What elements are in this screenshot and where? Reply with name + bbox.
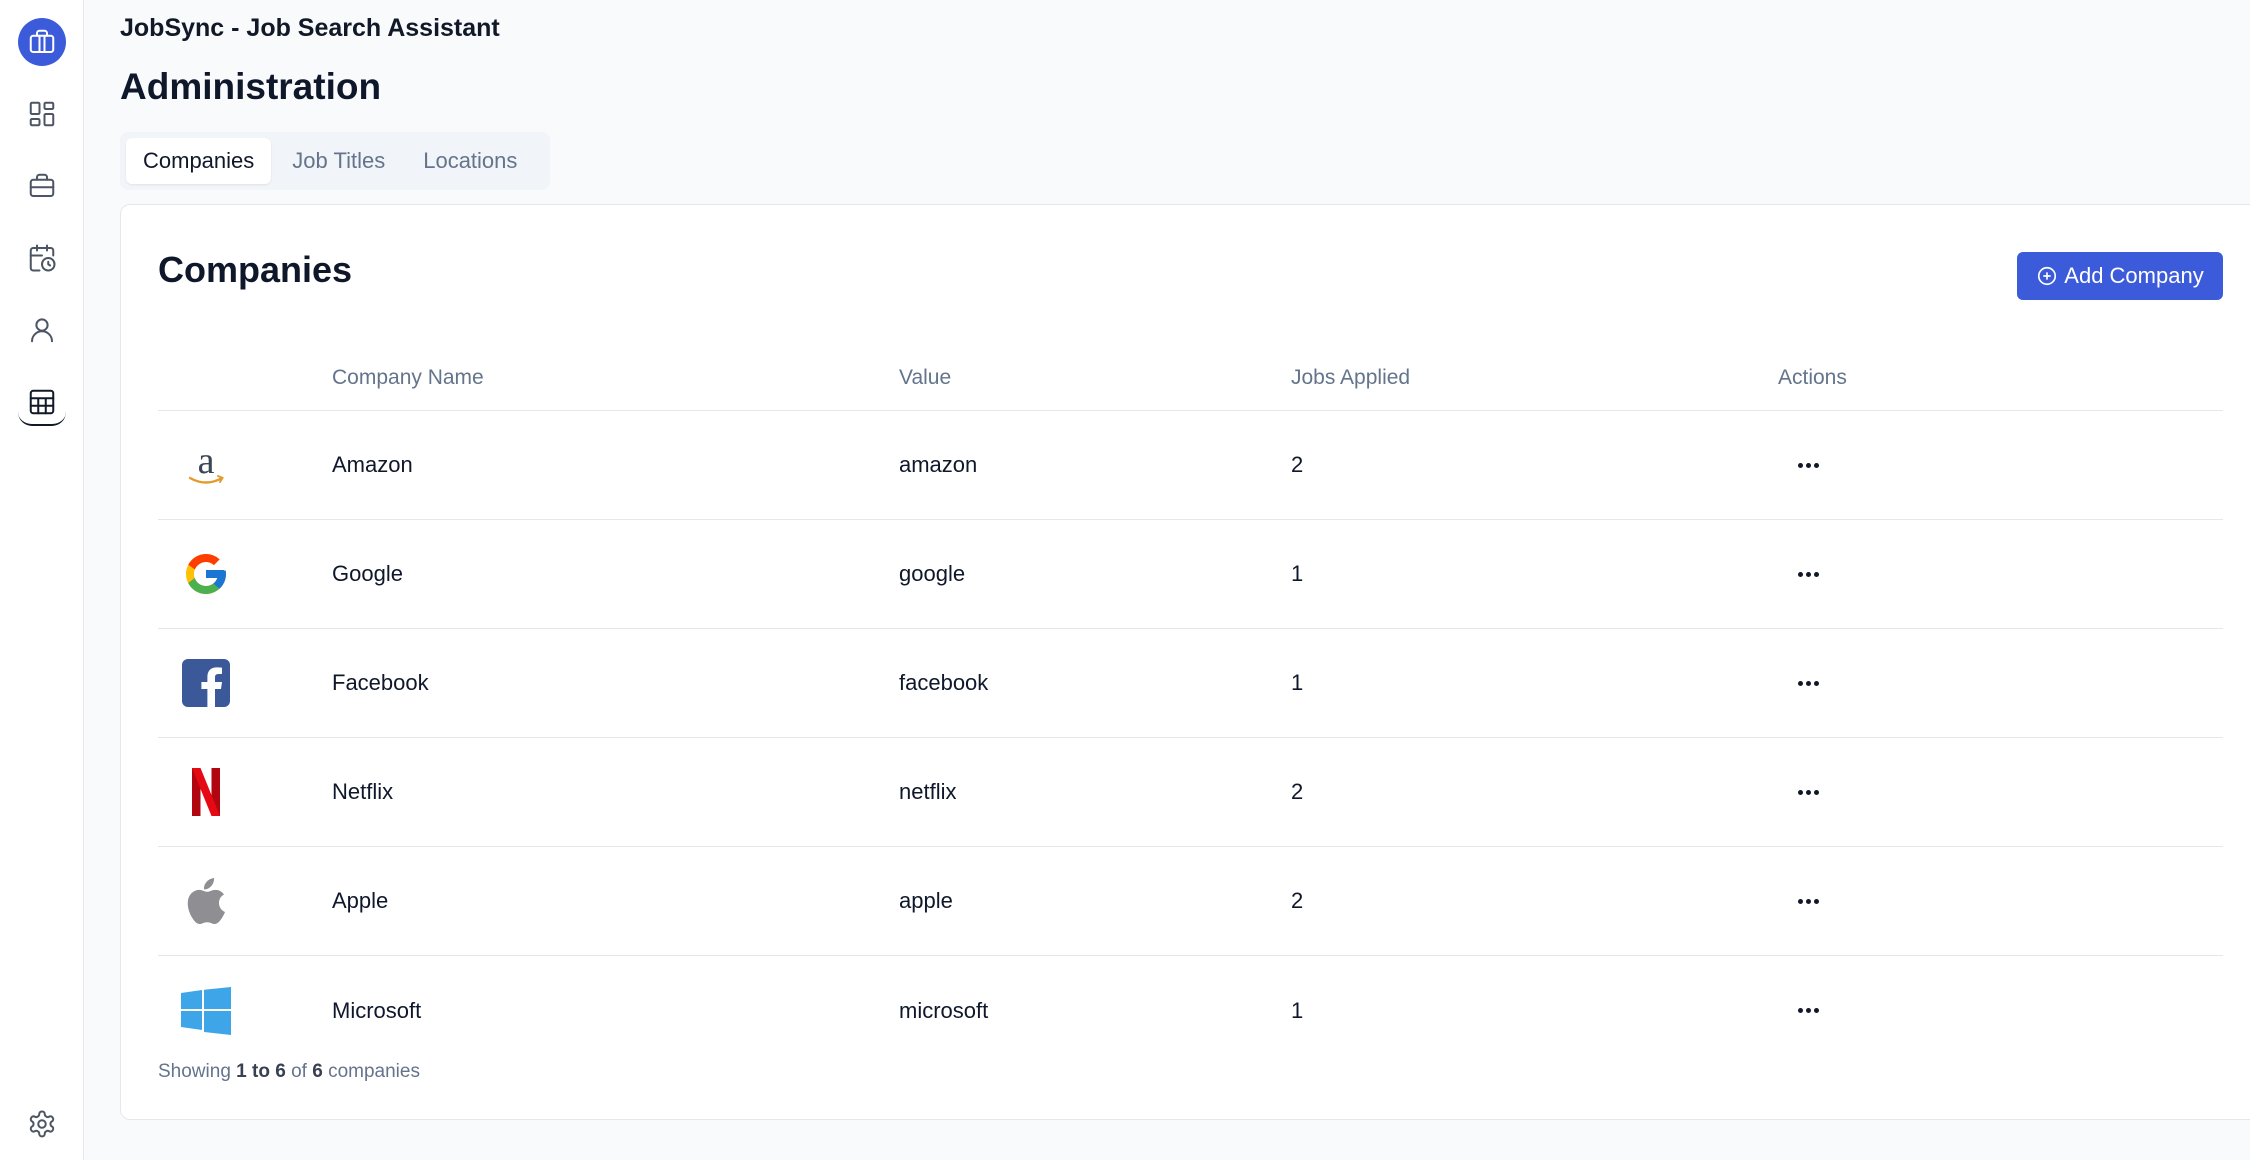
header-jobs-applied[interactable]: Jobs Applied: [1291, 366, 1778, 390]
tab-companies[interactable]: Companies: [126, 138, 272, 184]
jobs-applied-count: 2: [1291, 779, 1304, 804]
pagination-summary: Showing 1 to 6 of 6 companies: [158, 1061, 420, 1082]
company-name: Facebook: [332, 670, 429, 695]
row-actions-menu-button[interactable]: [1788, 445, 1828, 485]
company-value: microsoft: [899, 997, 989, 1023]
tab-job-titles[interactable]: Job Titles: [275, 138, 402, 184]
sidebar-item-jobs[interactable]: [18, 162, 66, 210]
facebook-logo-icon: [180, 657, 232, 709]
companies-table: Company Name Value Jobs Applied Actions …: [158, 345, 2223, 1065]
header-actions: Actions: [1778, 365, 1847, 389]
row-actions-menu-button[interactable]: [1788, 881, 1828, 921]
microsoft-logo-icon: [180, 985, 232, 1037]
company-value: netflix: [899, 779, 957, 804]
briefcase-icon: [29, 173, 55, 197]
company-name: Google: [332, 561, 403, 586]
jobs-applied-count: 1: [1291, 670, 1304, 695]
page-title: Administration: [120, 66, 382, 107]
row-actions-menu-button[interactable]: [1788, 772, 1828, 812]
sidebar-item-settings[interactable]: [18, 1100, 66, 1148]
table-header: Company Name Value Jobs Applied Actions: [158, 345, 2223, 411]
companies-card: Companies Add Company Company Name Value…: [120, 204, 2250, 1120]
row-actions-menu-button[interactable]: [1788, 991, 1828, 1031]
apple-logo-icon: [180, 875, 232, 927]
admin-tabs: Companies Job Titles Locations: [120, 132, 550, 190]
row-actions-menu-button[interactable]: [1788, 663, 1828, 703]
calendar-clock-icon: [29, 244, 56, 272]
sidebar-item-dashboard[interactable]: [18, 90, 66, 138]
svg-text:a: a: [198, 441, 215, 482]
user-icon: [31, 318, 53, 343]
table-row: Apple apple 2: [158, 847, 2223, 956]
company-value: facebook: [899, 670, 989, 695]
gear-icon: [29, 1110, 55, 1138]
table-row: a Amazon amazon 2: [158, 411, 2223, 520]
dashboard-icon: [29, 101, 55, 127]
google-logo-icon: [180, 548, 232, 600]
company-value: amazon: [899, 452, 978, 477]
table-row: Microsoft microsoft 1: [158, 956, 2223, 1065]
amazon-logo-icon: a: [180, 439, 232, 491]
header-company-name[interactable]: Company Name: [332, 366, 899, 390]
sidebar-item-activities[interactable]: [18, 234, 66, 282]
plus-circle-icon: [2038, 266, 2057, 286]
table-row: Google google 1: [158, 520, 2223, 629]
app-title: JobSync - Job Search Assistant: [120, 14, 500, 42]
company-name: Netflix: [332, 779, 394, 804]
briefcase-icon: [29, 29, 55, 53]
sidebar: [0, 0, 84, 1160]
netflix-logo-icon: [180, 766, 232, 818]
card-title: Companies: [158, 249, 353, 290]
jobs-applied-count: 2: [1291, 452, 1304, 477]
company-name: Apple: [332, 888, 389, 913]
company-value: apple: [899, 888, 953, 913]
header-value[interactable]: Value: [899, 366, 1291, 390]
add-company-label: Add Company: [2064, 263, 2204, 288]
company-name: Microsoft: [332, 997, 422, 1023]
company-value: google: [899, 561, 966, 586]
row-actions-menu-button[interactable]: [1788, 554, 1828, 594]
table-row: Netflix netflix 2: [158, 738, 2223, 847]
jobs-applied-count: 1: [1291, 561, 1304, 586]
company-name: Amazon: [332, 452, 413, 477]
add-company-button[interactable]: Add Company: [2017, 252, 2223, 300]
jobs-applied-count: 2: [1291, 888, 1304, 913]
table-row: Facebook facebook 1: [158, 629, 2223, 738]
sidebar-item-profile[interactable]: [18, 306, 66, 354]
jobs-applied-count: 1: [1291, 997, 1304, 1023]
tab-locations[interactable]: Locations: [406, 138, 534, 184]
active-indicator: [18, 412, 66, 426]
sidebar-brand-logo[interactable]: [18, 18, 66, 66]
